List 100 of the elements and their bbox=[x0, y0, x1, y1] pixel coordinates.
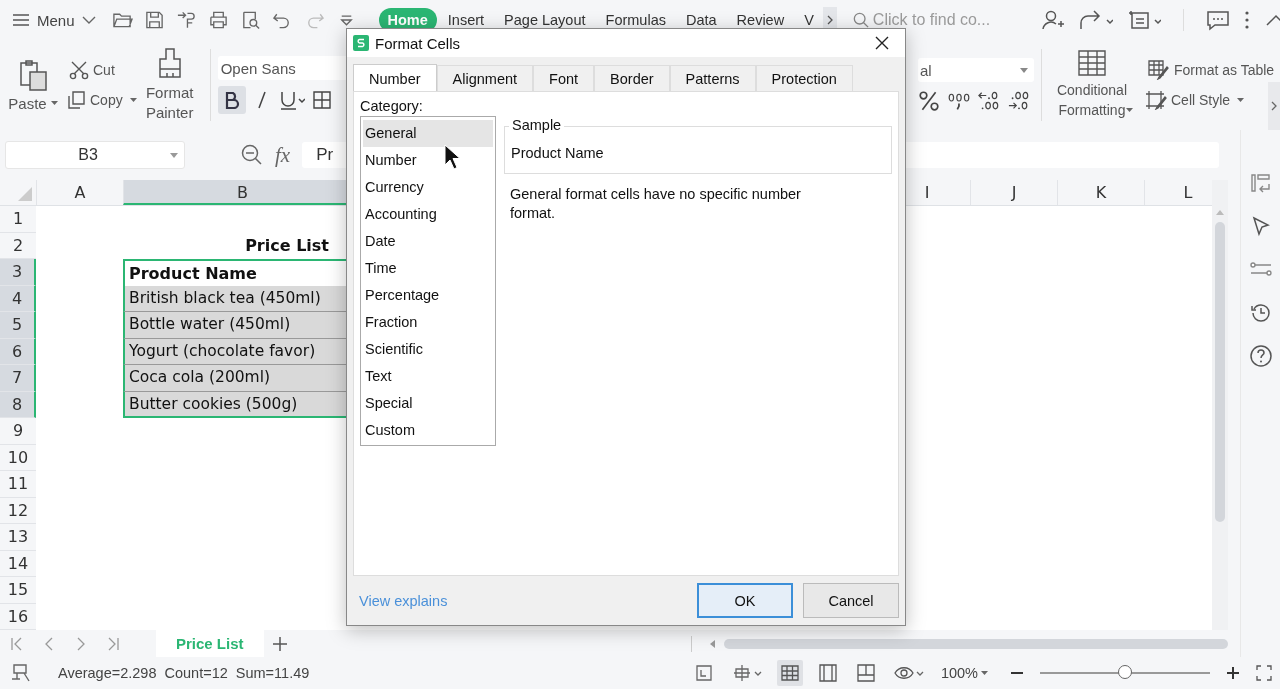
row-header[interactable]: 3 bbox=[0, 259, 36, 286]
percent-icon[interactable] bbox=[918, 90, 940, 112]
menu-button[interactable]: Menu bbox=[12, 11, 96, 29]
ribbon-tab[interactable]: V bbox=[795, 8, 823, 32]
format-as-table-button[interactable]: Format as Table bbox=[1145, 60, 1275, 80]
table-brush-icon bbox=[1148, 60, 1170, 80]
add-sheet-icon[interactable] bbox=[271, 635, 288, 652]
share-icon[interactable] bbox=[1078, 9, 1113, 31]
last-sheet-icon[interactable] bbox=[106, 636, 120, 651]
category-item[interactable]: Accounting bbox=[363, 201, 493, 228]
help-icon[interactable] bbox=[1248, 344, 1273, 368]
zoom-icon[interactable] bbox=[241, 144, 263, 166]
increase-decimal-icon[interactable] bbox=[1008, 90, 1030, 112]
ribbon-tab[interactable]: Insert bbox=[438, 8, 494, 32]
chevron-right-icon bbox=[826, 15, 833, 25]
paste-button[interactable]: Paste bbox=[10, 58, 56, 112]
dropdown-caret-icon bbox=[1020, 67, 1028, 73]
format-painter-button[interactable]: Format Painter bbox=[136, 47, 203, 123]
ribbon-tab[interactable]: Formulas bbox=[596, 8, 675, 32]
zoom-level-dropdown[interactable]: 100% bbox=[940, 665, 988, 681]
caret-icon bbox=[50, 101, 58, 105]
first-sheet-icon[interactable] bbox=[10, 636, 24, 651]
category-item[interactable]: Custom bbox=[363, 417, 493, 444]
print-icon[interactable] bbox=[207, 10, 229, 30]
category-item[interactable]: Currency bbox=[363, 174, 493, 201]
dialog-button[interactable]: Cancel bbox=[803, 583, 899, 618]
row-header[interactable]: 8 bbox=[0, 391, 36, 418]
dialog-button[interactable]: OK bbox=[697, 583, 793, 618]
more-icon[interactable] bbox=[1243, 9, 1250, 31]
status-statistic: Sum=11.49 bbox=[235, 665, 310, 681]
zoom-slider-thumb[interactable] bbox=[1118, 665, 1132, 679]
category-item[interactable]: Fraction bbox=[363, 309, 493, 336]
category-item[interactable]: Text bbox=[363, 363, 493, 390]
category-item[interactable]: Scientific bbox=[363, 336, 493, 363]
row-header[interactable]: 7 bbox=[0, 365, 36, 392]
row-header[interactable]: 4 bbox=[0, 285, 36, 312]
row-header[interactable]: 10 bbox=[0, 444, 36, 471]
row-header[interactable]: 14 bbox=[0, 550, 36, 577]
category-item[interactable]: Time bbox=[363, 255, 493, 282]
vertical-scrollbar[interactable] bbox=[1212, 180, 1228, 630]
category-item[interactable]: General bbox=[363, 120, 493, 147]
add-user-icon[interactable] bbox=[1040, 9, 1065, 31]
comment-icon[interactable] bbox=[1205, 9, 1230, 31]
ribbon-tab[interactable]: Review bbox=[727, 8, 794, 32]
copy-button[interactable]: Copy bbox=[66, 90, 137, 110]
task-list-icon[interactable] bbox=[1126, 9, 1161, 31]
dialog-tab[interactable]: Patterns bbox=[669, 65, 756, 91]
zoom-in-icon[interactable] bbox=[1226, 666, 1240, 680]
cell-brush-icon bbox=[1145, 90, 1167, 110]
row-header[interactable]: 11 bbox=[0, 471, 36, 498]
dialog-tab[interactable]: Font bbox=[533, 65, 595, 91]
category-item[interactable]: Percentage bbox=[363, 282, 493, 309]
name-box[interactable]: B3 bbox=[5, 141, 185, 169]
row-header[interactable]: 15 bbox=[0, 577, 36, 604]
fullscreen-icon[interactable] bbox=[1256, 665, 1272, 681]
export-icon[interactable] bbox=[175, 10, 197, 30]
conditional-formatting-button[interactable]: Conditional Formatting bbox=[1049, 50, 1135, 120]
row-header[interactable]: 1 bbox=[0, 206, 36, 233]
dialog-tab[interactable]: Protection bbox=[755, 65, 853, 91]
cut-button[interactable]: Cut bbox=[66, 60, 115, 80]
row-header[interactable]: 12 bbox=[0, 497, 36, 524]
app-logo-icon bbox=[353, 35, 369, 51]
caret-icon bbox=[129, 98, 137, 102]
decrease-decimal-icon[interactable] bbox=[978, 90, 1000, 112]
row-header[interactable]: 6 bbox=[0, 338, 36, 365]
dialog-tab[interactable]: Number bbox=[353, 64, 437, 92]
row-header[interactable]: 16 bbox=[0, 603, 36, 630]
table-grid-icon bbox=[1078, 50, 1106, 76]
category-label: Category: bbox=[360, 98, 424, 114]
column-header[interactable]: J bbox=[970, 180, 1057, 205]
ribbon-tab[interactable]: Page Layout bbox=[495, 8, 595, 32]
dialog-tab[interactable]: Border bbox=[594, 65, 670, 91]
cell-style-button[interactable]: Cell Style bbox=[1145, 90, 1245, 110]
save-icon[interactable] bbox=[143, 10, 165, 30]
dialog-title: Format Cells bbox=[375, 34, 460, 52]
ribbon-tab[interactable]: Data bbox=[676, 8, 726, 32]
function-label[interactable]: fx bbox=[275, 142, 291, 168]
horizontal-scrollbar[interactable] bbox=[691, 635, 1228, 652]
category-item[interactable]: Number bbox=[363, 147, 493, 174]
underline-icon bbox=[278, 90, 305, 110]
row-header[interactable]: 13 bbox=[0, 524, 36, 551]
scroll-left-icon[interactable] bbox=[708, 638, 716, 649]
close-icon[interactable] bbox=[875, 36, 889, 50]
sample-label: Sample bbox=[509, 117, 565, 133]
caret-icon bbox=[1126, 108, 1133, 112]
bold-button[interactable] bbox=[217, 86, 246, 114]
category-item[interactable]: Special bbox=[363, 390, 493, 417]
search-field[interactable]: Click to find co... bbox=[852, 11, 1013, 29]
category-item[interactable]: Date bbox=[363, 228, 493, 255]
number-format-field[interactable]: al bbox=[918, 58, 1034, 82]
macro-icon[interactable] bbox=[10, 663, 32, 683]
normal-view-icon[interactable] bbox=[776, 660, 803, 686]
dialog-tab[interactable]: Alignment bbox=[436, 65, 534, 91]
column-header[interactable]: K bbox=[1057, 180, 1144, 205]
dropdown-caret-icon bbox=[170, 152, 178, 158]
history-icon[interactable] bbox=[1248, 301, 1273, 325]
row-header[interactable]: 5 bbox=[0, 312, 36, 339]
caret-icon bbox=[981, 671, 988, 675]
row-header[interactable]: 2 bbox=[0, 232, 36, 259]
row-header[interactable]: 9 bbox=[0, 418, 36, 445]
